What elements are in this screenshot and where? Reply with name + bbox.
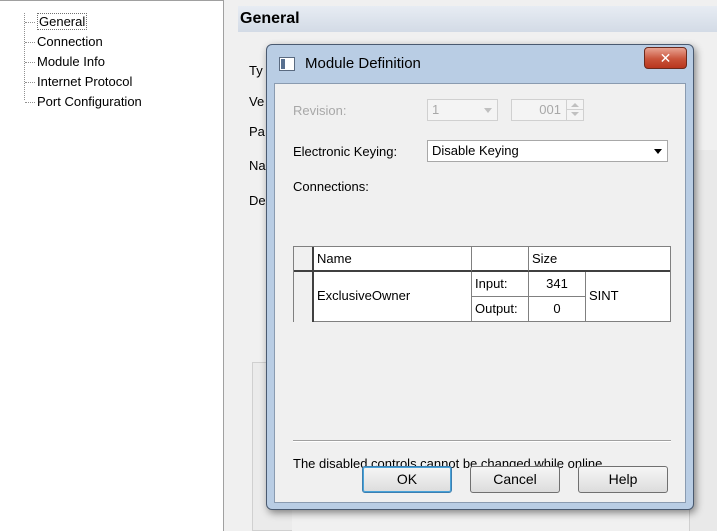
- dialog-title-bar[interactable]: Module Definition ✕: [267, 45, 693, 81]
- vendor-label: Ve: [249, 94, 265, 109]
- name-label: Na: [249, 158, 266, 173]
- panel-header: General: [238, 6, 717, 32]
- separator: [293, 440, 671, 442]
- type-label: Ty: [249, 63, 263, 78]
- module-tree: General Connection Module Info Internet …: [0, 0, 224, 531]
- output-label-cell: Output:: [472, 297, 529, 322]
- spinner-buttons[interactable]: [566, 100, 584, 120]
- ok-button[interactable]: OK: [362, 466, 452, 493]
- column-header-io: [472, 247, 529, 272]
- row-header: [294, 272, 314, 322]
- output-size-cell[interactable]: 0: [529, 297, 586, 322]
- data-type-cell[interactable]: SINT: [586, 272, 670, 322]
- electronic-keying-select[interactable]: Disable Keying: [427, 140, 668, 162]
- tree-item-port-configuration[interactable]: Port Configuration: [24, 93, 223, 113]
- dialog-client: Revision: 1 001 Electronic Keying: Disab…: [274, 83, 686, 503]
- window-icon: [279, 57, 295, 71]
- chevron-down-icon: [654, 149, 662, 154]
- tree-item-module-info[interactable]: Module Info: [24, 53, 223, 73]
- tree-list: General Connection Module Info Internet …: [0, 1, 223, 113]
- close-icon: ✕: [659, 50, 672, 66]
- description-label: De: [249, 193, 266, 208]
- revision-label: Revision:: [293, 103, 347, 118]
- connection-name-cell[interactable]: ExclusiveOwner: [314, 272, 472, 322]
- cancel-button[interactable]: Cancel: [470, 466, 560, 493]
- column-header-size: Size: [529, 247, 670, 272]
- input-label-cell: Input:: [472, 272, 529, 297]
- connections-label: Connections:: [293, 179, 369, 194]
- dialog-title: Module Definition: [305, 55, 421, 72]
- tree-item-internet-protocol[interactable]: Internet Protocol: [24, 73, 223, 93]
- close-button[interactable]: ✕: [644, 47, 687, 69]
- help-button[interactable]: Help: [578, 466, 668, 493]
- chevron-down-icon: [484, 108, 492, 113]
- column-header-name: Name: [314, 247, 472, 272]
- grid-corner: [294, 247, 314, 272]
- tree-item-general[interactable]: General: [24, 13, 223, 33]
- tree-item-connection[interactable]: Connection: [24, 33, 223, 53]
- module-definition-dialog: Module Definition ✕ Revision: 1 001 Elec…: [266, 44, 694, 510]
- spin-down-icon: [571, 112, 579, 116]
- connections-grid: Name Size ExclusiveOwner Input: Output: …: [293, 246, 671, 322]
- revision-major-select[interactable]: 1: [427, 99, 498, 121]
- spin-up-icon: [571, 103, 579, 107]
- electronic-keying-label: Electronic Keying:: [293, 144, 398, 159]
- revision-minor-spinner[interactable]: 001: [511, 99, 584, 121]
- parent-label: Pa: [249, 124, 265, 139]
- input-size-cell[interactable]: 341: [529, 272, 586, 297]
